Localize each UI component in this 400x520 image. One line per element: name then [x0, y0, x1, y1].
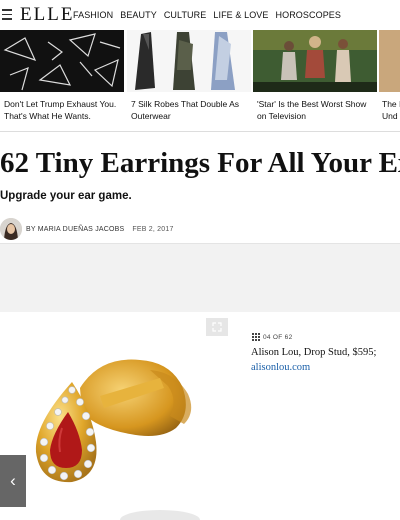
expand-arrows	[212, 322, 222, 332]
star-tv-show-image	[253, 30, 377, 92]
trump-illustration-image	[3, 33, 121, 91]
hamburger-menu-icon[interactable]	[2, 9, 12, 20]
elle-logo[interactable]: ELLE	[20, 4, 74, 26]
product-caption: Alison Lou, Drop Stud, $595;	[251, 347, 377, 358]
article-dek: Upgrade your ear game.	[0, 190, 132, 202]
nav-link-fashion[interactable]: FASHION	[73, 10, 113, 20]
slide-counter[interactable]: 04 OF 62	[252, 333, 293, 341]
earring-image	[35, 359, 200, 520]
top-nav: ELLE FASHION BEAUTY CULTURE LIFE & LOVE …	[0, 0, 400, 30]
related-thumb-3[interactable]	[253, 30, 377, 92]
related-thumb-1[interactable]	[0, 30, 124, 92]
nav-link-culture[interactable]: CULTURE	[164, 10, 207, 20]
related-caption-1[interactable]: Don't Let Trump Exhaust You. That's What …	[4, 98, 126, 122]
author-avatar[interactable]	[0, 218, 22, 240]
related-stories-strip: Don't Let Trump Exhaust You. That's What …	[0, 30, 400, 132]
related-thumb-2[interactable]	[127, 30, 251, 92]
nav-links: FASHION BEAUTY CULTURE LIFE & LOVE HOROS…	[73, 10, 341, 20]
divider	[0, 131, 400, 132]
publish-date: FEB 2, 2017	[132, 225, 174, 233]
related-caption-4[interactable]: The I Und	[382, 98, 400, 122]
related-caption-3[interactable]: 'Star' Is the Best Worst Show on Televisi…	[257, 98, 377, 122]
author-photo	[0, 218, 22, 240]
expand-icon[interactable]	[206, 318, 228, 336]
chevron-left-icon: ‹	[10, 471, 16, 490]
shop-link[interactable]: alisonlou.com	[251, 362, 310, 373]
nav-link-beauty[interactable]: BEAUTY	[120, 10, 157, 20]
silk-robes-image	[135, 32, 235, 90]
gallery-slide[interactable]	[0, 316, 240, 520]
related-thumb-4[interactable]	[379, 30, 400, 92]
nav-link-horoscopes[interactable]: HOROSCOPES	[276, 10, 342, 20]
grid-icon[interactable]	[252, 333, 260, 341]
ad-placeholder	[0, 244, 400, 312]
nav-link-life-love[interactable]: LIFE & LOVE	[213, 10, 268, 20]
byline: BY MARIA DUEÑAS JACOBS FEB 2, 2017	[0, 218, 174, 240]
related-caption-2[interactable]: 7 Silk Robes That Double As Outerwear	[131, 98, 251, 122]
slide-counter-text: 04 OF 62	[263, 333, 293, 341]
author-name[interactable]: BY MARIA DUEÑAS JACOBS	[26, 226, 124, 233]
article-headline: 62 Tiny Earrings For All Your Extra	[0, 147, 400, 179]
previous-slide-button[interactable]: ‹	[0, 455, 26, 507]
